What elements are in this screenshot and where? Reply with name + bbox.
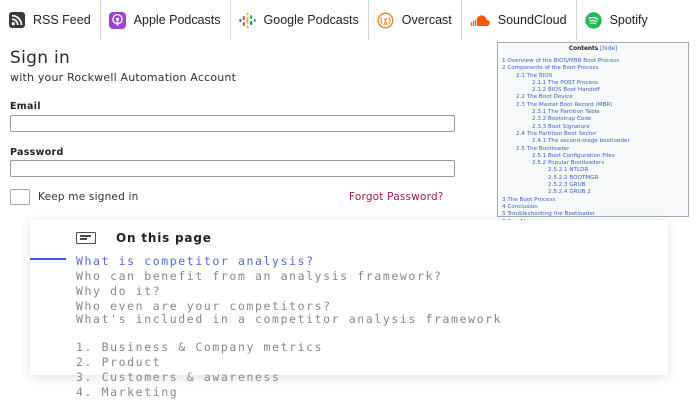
toc-item[interactable]: 2.4 The Partition Boot Sector — [502, 131, 688, 138]
podcast-link-soundcloud[interactable]: SoundCloud — [462, 0, 577, 40]
on-this-page-link[interactable]: What's included in a competitor analysis… — [76, 313, 546, 325]
toc-item[interactable]: 2.5.1 Boot Configuration Files — [502, 153, 688, 160]
on-this-page-link[interactable]: 4. Marketing — [76, 385, 178, 399]
podcast-subscribe-bar: RSS Feed Apple Podcasts Google Podcasts … — [0, 0, 700, 40]
toc-item[interactable]: 2.1.1 The POST Process — [502, 80, 688, 87]
on-this-page-link[interactable]: Why do it? — [76, 284, 161, 298]
toc-item[interactable]: 2.3.3 Boot Signature — [502, 124, 688, 131]
toc-item[interactable]: 1 Overview of the BIOS/MBR Boot Process — [502, 58, 688, 65]
forgot-password-link[interactable]: Forgot Password? — [349, 191, 444, 203]
overcast-icon — [377, 12, 394, 29]
toc-item[interactable]: 2.3 The Master Boot Record (MBR) — [502, 102, 688, 109]
toc-item[interactable]: 2.1.2 BIOS Boot Handoff — [502, 87, 688, 94]
active-indicator — [30, 258, 66, 260]
toc-item[interactable]: 2.4.1 The second-stage bootloader — [502, 138, 688, 145]
toc-item[interactable]: 2.5.2.2 BOOTMGR — [502, 175, 688, 182]
toc-header: Contents [hide] — [498, 46, 688, 55]
podcast-label: Spotify — [609, 13, 648, 27]
toc-item[interactable]: 4 Conclusion — [502, 204, 688, 211]
toc-item[interactable]: 2.3.2 Bootstrap Code — [502, 116, 688, 123]
on-this-page-title: On this page — [116, 231, 212, 245]
keep-signed-in-checkbox[interactable] — [10, 189, 30, 205]
signin-subtitle: with your Rockwell Automation Account — [10, 71, 237, 84]
on-this-page-link[interactable]: 2. Product — [76, 355, 161, 369]
spotify-icon — [584, 11, 602, 29]
on-this-page-link[interactable]: 1. Business & Company metrics — [76, 340, 323, 354]
podcast-link-google[interactable]: Google Podcasts — [231, 0, 369, 40]
apple-podcasts-icon — [108, 11, 126, 29]
podcast-label: SoundCloud — [497, 13, 567, 27]
document-list-icon — [76, 232, 96, 244]
on-this-page-header: On this page — [76, 231, 212, 245]
podcast-link-spotify[interactable]: Spotify — [577, 0, 657, 40]
toc-item[interactable]: 2.2 The Boot Device — [502, 94, 688, 101]
table-of-contents: Contents [hide] 1 Overview of the BIOS/M… — [497, 42, 689, 225]
keep-signed-in: Keep me signed in — [10, 189, 138, 205]
on-this-page-link[interactable]: Who even are your competitors? — [76, 299, 332, 313]
podcast-label: RSS Feed — [33, 13, 91, 27]
podcast-label: Apple Podcasts — [133, 13, 221, 27]
signin-title: Sign in — [10, 48, 71, 68]
toc-title: Contents — [568, 46, 599, 52]
on-this-page-link[interactable]: Who can benefit from an analysis framewo… — [76, 269, 443, 283]
email-label: Email — [10, 101, 41, 112]
password-field[interactable] — [10, 160, 455, 177]
on-this-page-panel: On this page What is competitor analysis… — [30, 220, 668, 399]
soundcloud-icon — [470, 12, 490, 29]
toc-item[interactable]: 3 The Boot Process — [502, 197, 688, 204]
rss-icon — [8, 12, 25, 29]
on-this-page-link[interactable]: 3. Customers & awareness — [76, 370, 281, 384]
toc-hide-toggle[interactable]: [hide] — [600, 46, 617, 52]
toc-item[interactable]: 5 Troubleshooting the Bootloader — [502, 211, 688, 218]
toc-item[interactable]: 2.5.2.1 NTLDR — [502, 167, 688, 174]
email-field[interactable] — [10, 115, 455, 132]
google-podcasts-icon — [238, 12, 256, 29]
toc-item[interactable]: 2.5.2 Popular Bootloaders — [502, 160, 688, 167]
toc-item[interactable]: 2.5.2.4 GRUB 2 — [502, 189, 688, 196]
podcast-label: Google Podcasts — [263, 13, 359, 27]
signin-form: Sign in with your Rockwell Automation Ac… — [0, 40, 485, 220]
podcast-link-apple[interactable]: Apple Podcasts — [101, 0, 231, 40]
toc-list: 1 Overview of the BIOS/MBR Boot Process 2… — [502, 58, 688, 226]
password-label: Password — [10, 147, 64, 158]
toc-item[interactable]: 2.3.1 The Partition Table — [502, 109, 688, 116]
keep-signed-in-label: Keep me signed in — [38, 191, 139, 203]
podcast-link-overcast[interactable]: Overcast — [369, 0, 462, 40]
toc-item[interactable]: 2.1 The BIOS — [502, 73, 688, 80]
toc-item[interactable]: 2 Components of the Boot Process — [502, 65, 688, 72]
podcast-label: Overcast — [401, 13, 452, 27]
on-this-page-link[interactable]: What is competitor analysis? — [76, 254, 315, 268]
toc-item[interactable]: 2.5.2.3 GRUB — [502, 182, 688, 189]
podcast-link-rss[interactable]: RSS Feed — [0, 0, 101, 40]
toc-item[interactable]: 2.5 The Bootloader — [502, 146, 688, 153]
